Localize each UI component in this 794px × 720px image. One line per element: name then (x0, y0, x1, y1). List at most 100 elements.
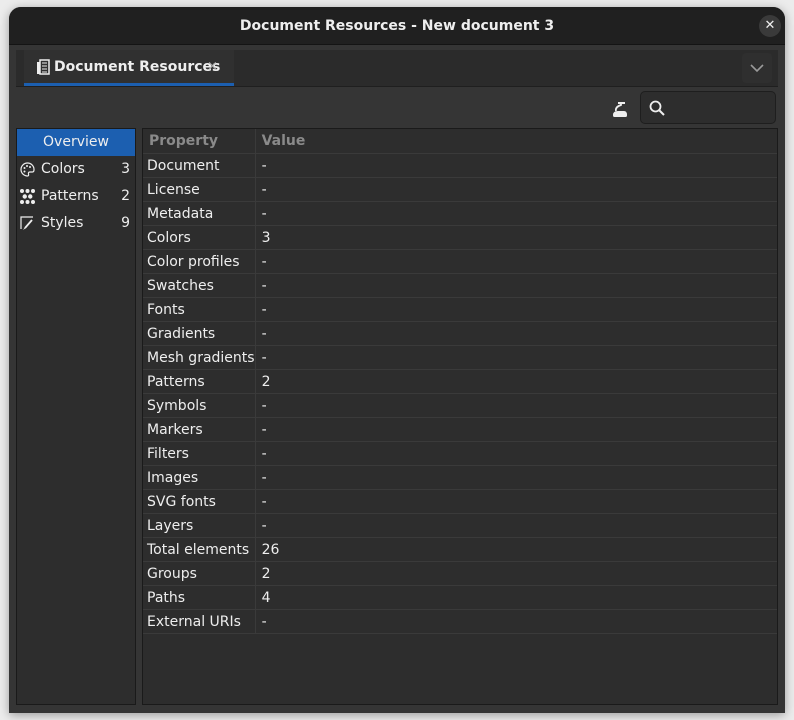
tab-strip: Document Resources × (16, 50, 778, 87)
sidebar-item-label: Styles (41, 215, 84, 231)
close-window-button[interactable]: ✕ (759, 15, 781, 37)
value-cell: - (255, 489, 777, 514)
chevron-down-icon (750, 64, 764, 73)
tab-document-resources[interactable]: Document Resources × (24, 50, 234, 86)
table-row[interactable]: Layers - (143, 513, 777, 538)
dialog-window: Document Resources - New document 3 ✕ Do… (9, 7, 785, 713)
properties-panel: Property Value Document - License - Metadata… (142, 128, 778, 705)
sidebar-item-label: Colors (41, 161, 85, 177)
property-cell: Swatches (143, 273, 256, 298)
table-row[interactable]: Patterns 2 (143, 369, 777, 394)
pattern-icon (20, 189, 35, 204)
value-cell: - (255, 177, 777, 202)
value-cell: 4 (255, 585, 777, 610)
table-row[interactable]: Paths 4 (143, 585, 777, 610)
table-row[interactable]: Images - (143, 465, 777, 490)
value-cell: - (255, 153, 777, 178)
title-bar: Document Resources - New document 3 ✕ (9, 7, 785, 45)
tab-close-button[interactable]: × (207, 50, 218, 84)
search-field[interactable] (640, 91, 776, 124)
table-row[interactable]: Metadata - (143, 201, 777, 226)
column-header-property[interactable]: Property (143, 129, 256, 154)
value-cell: 2 (255, 369, 777, 394)
search-icon (649, 100, 665, 116)
value-cell: - (255, 321, 777, 346)
value-cell: - (255, 201, 777, 226)
table-row[interactable]: Total elements 26 (143, 537, 777, 562)
table-row[interactable]: External URIs - (143, 609, 777, 634)
sidebar: Overview Colors 3 Patterns 2 Styles 9 (16, 128, 136, 705)
window-title: Document Resources - New document 3 (239, 18, 555, 34)
toolbar (16, 87, 778, 127)
sidebar-item-count: 9 (121, 215, 130, 231)
style-brush-icon (20, 216, 33, 230)
palette-icon (20, 162, 35, 177)
active-tab-indicator (24, 83, 234, 86)
value-cell: 2 (255, 561, 777, 586)
sidebar-item-colors[interactable]: Colors 3 (17, 156, 135, 183)
value-cell: - (255, 273, 777, 298)
value-cell: 26 (255, 537, 777, 562)
property-cell: Metadata (143, 201, 256, 226)
value-cell: - (255, 345, 777, 370)
search-input[interactable] (671, 96, 775, 122)
clean-up-button[interactable] (609, 99, 631, 121)
sidebar-item-count: 2 (121, 188, 130, 204)
table-row[interactable]: Mesh gradients - (143, 345, 777, 370)
sidebar-item-overview[interactable]: Overview (17, 129, 135, 156)
close-icon: ✕ (764, 18, 776, 33)
table-row[interactable]: Document - (143, 153, 777, 178)
sidebar-item-label: Overview (43, 134, 109, 150)
property-cell: Colors (143, 225, 256, 250)
table-row[interactable]: Markers - (143, 417, 777, 442)
value-cell: - (255, 297, 777, 322)
property-cell: Markers (143, 417, 256, 442)
value-cell: - (255, 249, 777, 274)
value-cell: - (255, 393, 777, 418)
value-cell: - (255, 441, 777, 466)
property-cell: Images (143, 465, 256, 490)
property-cell: Symbols (143, 393, 256, 418)
table-row[interactable]: Filters - (143, 441, 777, 466)
property-cell: Groups (143, 561, 256, 586)
table-row[interactable]: Color profiles - (143, 249, 777, 274)
property-cell: Gradients (143, 321, 256, 346)
tab-menu-button[interactable] (742, 53, 772, 83)
vacuum-cleaner-icon (613, 102, 627, 117)
document-resources-icon (37, 59, 50, 75)
tab-label: Document Resources (54, 59, 221, 75)
properties-table: Property Value Document - License - Metadata… (143, 129, 777, 634)
property-cell: Color profiles (143, 249, 256, 274)
property-cell: Fonts (143, 297, 256, 322)
property-cell: License (143, 177, 256, 202)
table-row[interactable]: SVG fonts - (143, 489, 777, 514)
property-cell: External URIs (143, 609, 256, 634)
property-cell: Mesh gradients (143, 345, 256, 370)
value-cell: - (255, 513, 777, 538)
value-cell: 3 (255, 225, 777, 250)
property-cell: Layers (143, 513, 256, 538)
table-header-row: Property Value (143, 129, 777, 154)
table-row[interactable]: Colors 3 (143, 225, 777, 250)
table-body: Document - License - Metadata - Colors 3 Color p… (143, 153, 777, 634)
table-row[interactable]: Fonts - (143, 297, 777, 322)
table-row[interactable]: Gradients - (143, 321, 777, 346)
property-cell: Filters (143, 441, 256, 466)
table-row[interactable]: Swatches - (143, 273, 777, 298)
sidebar-item-count: 3 (121, 161, 130, 177)
sidebar-item-patterns[interactable]: Patterns 2 (17, 183, 135, 210)
property-cell: Total elements (143, 537, 256, 562)
table-row[interactable]: Groups 2 (143, 561, 777, 586)
property-cell: Patterns (143, 369, 256, 394)
column-header-value[interactable]: Value (255, 129, 777, 154)
property-cell: Paths (143, 585, 256, 610)
value-cell: - (255, 465, 777, 490)
sidebar-item-styles[interactable]: Styles 9 (17, 210, 135, 237)
value-cell: - (255, 609, 777, 634)
value-cell: - (255, 417, 777, 442)
property-cell: SVG fonts (143, 489, 256, 514)
table-row[interactable]: License - (143, 177, 777, 202)
sidebar-item-label: Patterns (41, 188, 99, 204)
property-cell: Document (143, 153, 256, 178)
table-row[interactable]: Symbols - (143, 393, 777, 418)
